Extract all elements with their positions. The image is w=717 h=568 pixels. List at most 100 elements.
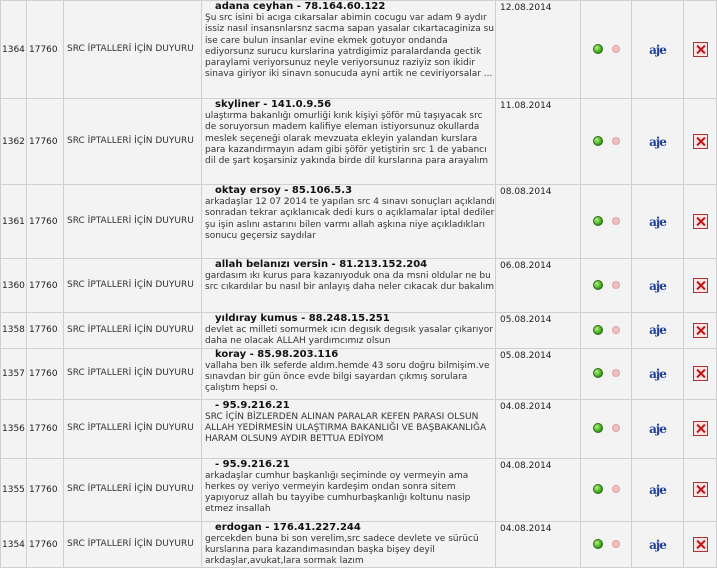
status-cell — [580, 520, 632, 568]
comment-text: ulaştırma bakanlığı omurliği kırık kişiy… — [205, 111, 489, 167]
delete-icon[interactable] — [692, 278, 708, 293]
table-row: 1357 17760 SRC İPTALLERİ İÇİN DUYURU kor… — [0, 347, 717, 400]
ajax-edit-icon[interactable]: aje — [649, 279, 667, 293]
ajax-edit-icon[interactable]: aje — [649, 538, 667, 552]
ajax-edit-icon[interactable]: aje — [649, 367, 667, 381]
comment-cell: allah belanızı versin - 81.213.152.204 g… — [201, 258, 496, 313]
comment-header: skyliner - 141.0.9.56 — [215, 99, 332, 111]
green-dot-icon[interactable] — [592, 216, 603, 227]
green-dot-icon[interactable] — [592, 484, 603, 495]
news-subject[interactable]: SRC İPTALLERİ İÇİN DUYURU — [63, 520, 202, 568]
status-cell — [580, 98, 632, 185]
delete-icon[interactable] — [692, 214, 708, 229]
delete-icon[interactable] — [692, 421, 708, 437]
news-subject[interactable]: SRC İPTALLERİ İÇİN DUYURU — [63, 0, 202, 99]
comment-date: 05.08.2014 — [495, 312, 581, 349]
delete-cell — [683, 258, 717, 313]
news-subject[interactable]: SRC İPTALLERİ İÇİN DUYURU — [63, 98, 202, 185]
table-row: 1361 17760 SRC İPTALLERİ İÇİN DUYURU okt… — [0, 184, 717, 259]
comment-id: 1364 — [0, 0, 27, 99]
comment-header: yıldıray kumus - 88.248.15.251 — [215, 313, 390, 324]
delete-icon[interactable] — [692, 42, 708, 57]
comment-cell: yıldıray kumus - 88.248.15.251 devlet ac… — [201, 312, 496, 349]
author-name: skyliner — [215, 99, 260, 111]
comment-cell: - 95.9.216.21 arkadaşlar cumhur başkanlı… — [201, 457, 496, 522]
pink-dot-icon[interactable] — [611, 485, 620, 494]
ajax-edit-icon[interactable]: aje — [649, 483, 667, 497]
author-ip: 95.9.216.21 — [222, 399, 290, 411]
comment-id: 1354 — [0, 520, 27, 568]
comment-text: gardasım ıkı kurus para kazanıyoduk ona … — [205, 271, 495, 293]
comment-id: 1362 — [0, 98, 27, 185]
delete-icon[interactable] — [692, 366, 708, 382]
ajax-edit-icon[interactable]: aje — [649, 135, 667, 149]
edit-cell: aje — [631, 347, 684, 400]
pink-dot-icon[interactable] — [611, 45, 620, 54]
comment-date: 04.08.2014 — [495, 398, 581, 459]
ajax-edit-icon[interactable]: aje — [649, 422, 667, 436]
news-subject[interactable]: SRC İPTALLERİ İÇİN DUYURU — [63, 347, 202, 400]
delete-icon[interactable] — [692, 134, 708, 149]
comment-text: Şu src isini bi acıga cıkarsalar abimin … — [205, 13, 494, 80]
comment-id: 1360 — [0, 258, 27, 313]
delete-icon[interactable] — [692, 482, 708, 498]
comment-header: oktay ersoy - 85.106.5.3 — [215, 185, 353, 197]
news-subject[interactable]: SRC İPTALLERİ İÇİN DUYURU — [63, 258, 202, 313]
green-dot-icon[interactable] — [592, 325, 603, 336]
table-row: 1358 17760 SRC İPTALLERİ İÇİN DUYURU yıl… — [0, 312, 717, 349]
edit-cell: aje — [631, 98, 684, 185]
pink-dot-icon[interactable] — [611, 137, 620, 146]
delete-cell — [683, 312, 717, 349]
pink-dot-icon[interactable] — [611, 326, 620, 335]
edit-cell: aje — [631, 398, 684, 459]
comment-header: koray - 85.98.203.116 — [215, 348, 339, 360]
news-id: 17760 — [26, 98, 64, 185]
comment-date: 06.08.2014 — [495, 258, 581, 313]
news-id: 17760 — [26, 0, 64, 99]
status-cell — [580, 398, 632, 459]
author-name: adana ceyhan — [215, 1, 294, 13]
comment-text: arkadaşlar cumhur başkanlığı seçiminde o… — [205, 470, 471, 515]
author-ip: 81.213.152.204 — [339, 259, 428, 271]
delete-icon[interactable] — [692, 322, 708, 338]
news-subject[interactable]: SRC İPTALLERİ İÇİN DUYURU — [63, 312, 202, 349]
delete-cell — [683, 520, 717, 568]
edit-cell: aje — [631, 457, 684, 522]
green-dot-icon[interactable] — [592, 44, 603, 55]
comment-date: 11.08.2014 — [495, 98, 581, 185]
comment-header: adana ceyhan - 78.164.60.122 — [215, 1, 386, 13]
pink-dot-icon[interactable] — [611, 281, 620, 290]
comment-text: arkadaşlar 12 07 2014 te yapılan src 4 s… — [205, 197, 495, 241]
comment-header: erdogan - 176.41.227.244 — [215, 521, 361, 533]
edit-cell: aje — [631, 258, 684, 313]
pink-dot-icon[interactable] — [611, 217, 620, 226]
pink-dot-icon[interactable] — [611, 424, 620, 433]
green-dot-icon[interactable] — [592, 368, 603, 379]
comment-id: 1361 — [0, 184, 27, 259]
news-id: 17760 — [26, 457, 64, 522]
status-cell — [580, 258, 632, 313]
delete-icon[interactable] — [692, 537, 708, 553]
comment-date: 05.08.2014 — [495, 347, 581, 400]
news-subject[interactable]: SRC İPTALLERİ İÇİN DUYURU — [63, 184, 202, 259]
pink-dot-icon[interactable] — [611, 369, 620, 378]
edit-cell: aje — [631, 0, 684, 99]
table-row: 1355 17760 SRC İPTALLERİ İÇİN DUYURU - 9… — [0, 457, 717, 522]
news-subject[interactable]: SRC İPTALLERİ İÇİN DUYURU — [63, 398, 202, 459]
ajax-edit-icon[interactable]: aje — [649, 215, 667, 229]
ajax-edit-icon[interactable]: aje — [649, 43, 667, 57]
comment-cell: oktay ersoy - 85.106.5.3 arkadaşlar 12 0… — [201, 184, 496, 259]
ajax-edit-icon[interactable]: aje — [649, 323, 667, 337]
author-ip: 141.0.9.56 — [270, 99, 332, 111]
comment-id: 1356 — [0, 398, 27, 459]
comment-header: allah belanızı versin - 81.213.152.204 — [215, 259, 428, 271]
pink-dot-icon[interactable] — [611, 540, 620, 549]
green-dot-icon[interactable] — [592, 423, 603, 434]
green-dot-icon[interactable] — [592, 280, 603, 291]
green-dot-icon[interactable] — [592, 539, 603, 550]
status-cell — [580, 457, 632, 522]
green-dot-icon[interactable] — [592, 136, 603, 147]
comment-date: 04.08.2014 — [495, 457, 581, 522]
news-subject[interactable]: SRC İPTALLERİ İÇİN DUYURU — [63, 457, 202, 522]
edit-cell: aje — [631, 520, 684, 568]
